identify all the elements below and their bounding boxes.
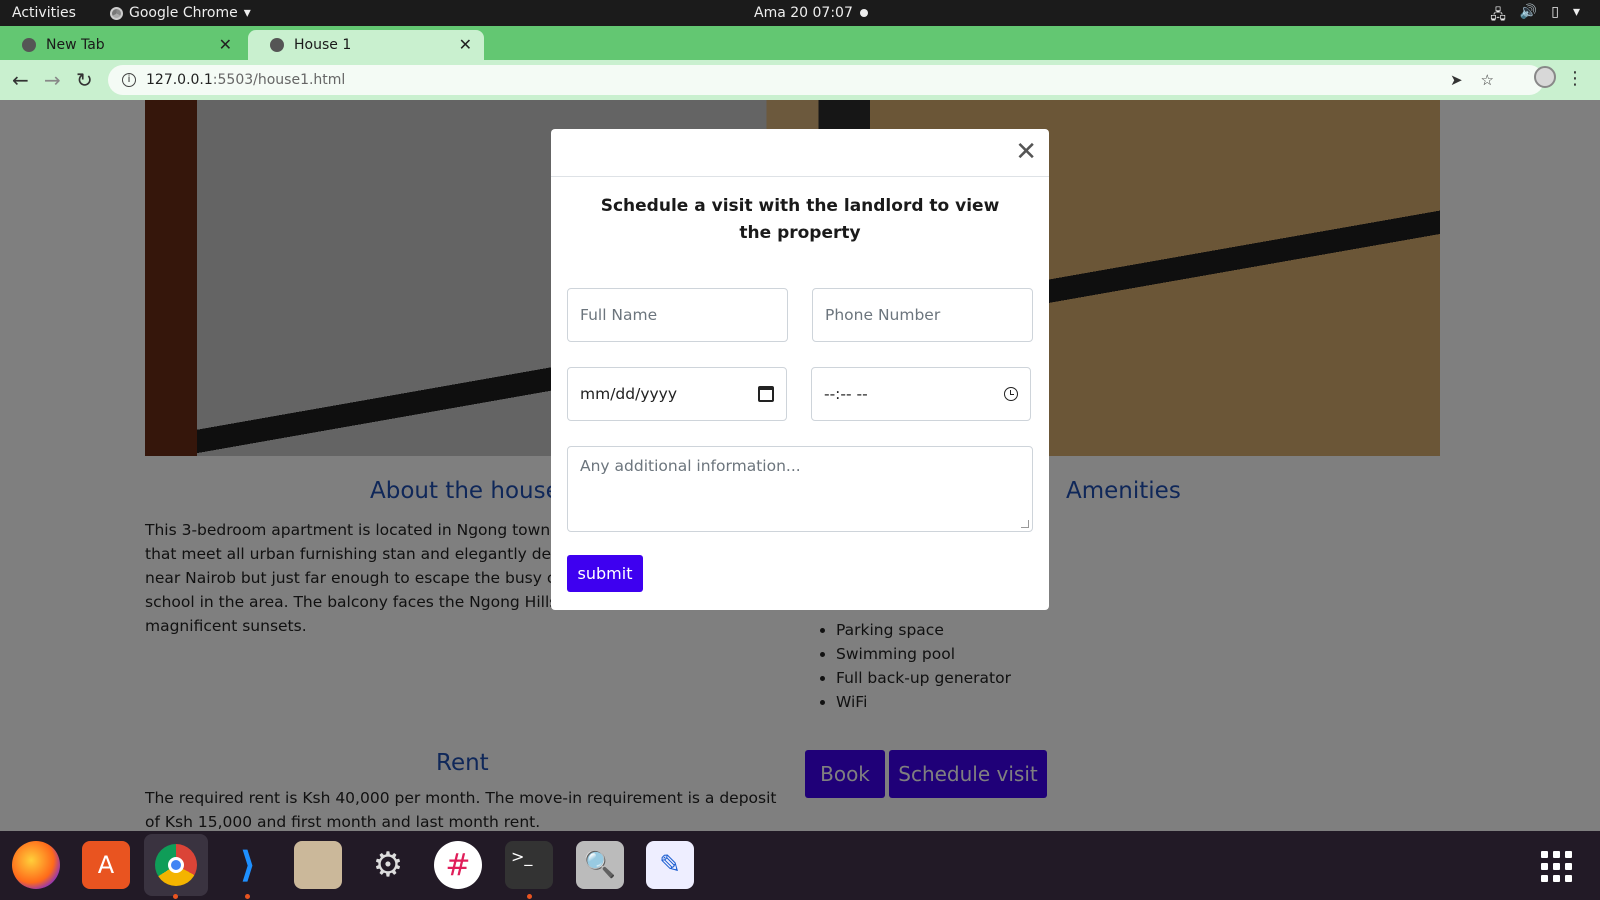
chrome-icon <box>110 6 123 20</box>
info-placeholder: Any additional information... <box>580 457 801 475</box>
tab-new-tab[interactable]: New Tab ✕ <box>0 30 244 60</box>
chrome-dock-icon[interactable] <box>144 834 208 896</box>
send-icon[interactable]: ➤ <box>1450 71 1463 89</box>
globe-icon <box>270 38 284 52</box>
submit-button[interactable]: submit <box>567 555 643 592</box>
terminal-icon[interactable]: >_ <box>505 841 553 889</box>
chrome-center-icon <box>168 857 184 873</box>
app-menu[interactable]: Google Chrome ▾ <box>110 5 251 21</box>
close-icon[interactable]: ✕ <box>219 35 232 54</box>
date-placeholder: mm/dd/yyyy <box>580 385 678 403</box>
system-top-bar: Activities Google Chrome ▾ Ama 20 07:07 … <box>0 0 1600 26</box>
dock: A ⟩ ⚙ # >_ 🔍 ✎ <box>0 831 1600 900</box>
reload-icon[interactable]: ↻ <box>76 68 93 92</box>
close-icon[interactable]: ✕ <box>1015 139 1037 165</box>
schedule-visit-modal: ✕ Schedule a visit with the landlord to … <box>551 129 1049 610</box>
browser-toolbar: ← → ↻ i 127.0.0.1:5503/house1.html ➤ ☆ <box>0 60 1600 100</box>
phone-number-input[interactable]: Phone Number <box>812 288 1033 342</box>
forward-icon[interactable]: → <box>44 68 61 92</box>
resize-handle-icon[interactable] <box>1021 520 1029 528</box>
show-apps-icon[interactable] <box>1541 851 1572 882</box>
modal-title: Schedule a visit with the landlord to vi… <box>600 196 1000 243</box>
full-name-input[interactable]: Full Name <box>567 288 788 342</box>
time-input[interactable]: --:-- -- <box>811 367 1031 421</box>
url-path: :5503/house1.html <box>212 72 346 88</box>
profile-avatar[interactable] <box>1534 66 1556 88</box>
chrome-icon <box>155 844 197 886</box>
clock[interactable]: Ama 20 07:07 <box>754 5 853 21</box>
tab-house-1[interactable]: House 1 ✕ <box>248 30 484 60</box>
tray-menu-icon[interactable]: ▾ <box>1573 4 1580 28</box>
settings-gear-icon[interactable]: ⚙ <box>364 841 412 889</box>
network-icon[interactable]: 🖧 <box>1490 4 1506 28</box>
text-editor-icon[interactable]: ✎ <box>646 841 694 889</box>
modal-header: ✕ <box>551 129 1049 177</box>
vscode-icon[interactable]: ⟩ <box>224 841 272 889</box>
bookmark-star-icon[interactable]: ☆ <box>1481 71 1494 89</box>
activities-button[interactable]: Activities <box>12 5 76 21</box>
address-bar[interactable]: i 127.0.0.1:5503/house1.html <box>108 65 1544 95</box>
running-indicator-icon <box>527 894 532 899</box>
url-host: 127.0.0.1 <box>146 72 213 88</box>
running-indicator-icon <box>245 894 250 899</box>
volume-icon[interactable]: 🔊 <box>1520 4 1537 28</box>
tab-label: House 1 <box>294 37 352 53</box>
caret-down-icon: ▾ <box>243 5 251 21</box>
app-name-label: Google Chrome <box>129 5 238 21</box>
image-viewer-icon[interactable]: 🔍 <box>576 841 624 889</box>
close-icon[interactable]: ✕ <box>459 35 472 54</box>
omnibox-actions: ➤ ☆ <box>1450 71 1494 89</box>
web-page: About the house This 3-bedroom apartment… <box>0 100 1600 831</box>
tab-strip: New Tab ✕ House 1 ✕ + ⌄ – ❐ ✕ <box>0 26 1600 81</box>
additional-info-textarea[interactable]: Any additional information... <box>567 446 1033 532</box>
slack-icon[interactable]: # <box>434 841 482 889</box>
system-tray[interactable]: 🖧 🔊 ▯ ▾ <box>1490 4 1580 28</box>
tab-label: New Tab <box>46 37 105 53</box>
clock-icon[interactable] <box>1004 387 1018 401</box>
time-placeholder: --:-- -- <box>824 385 868 403</box>
files-icon[interactable] <box>294 841 342 889</box>
site-info-icon[interactable]: i <box>122 73 136 87</box>
notification-dot-icon <box>860 9 868 17</box>
browser-menu-icon[interactable]: ⋮ <box>1566 68 1584 89</box>
calendar-icon[interactable] <box>758 386 774 402</box>
running-indicator-icon <box>173 894 178 899</box>
date-input[interactable]: mm/dd/yyyy <box>567 367 787 421</box>
software-store-icon[interactable]: A <box>82 841 130 889</box>
chrome-icon <box>22 38 36 52</box>
back-icon[interactable]: ← <box>12 68 29 92</box>
battery-icon[interactable]: ▯ <box>1551 4 1559 28</box>
firefox-icon[interactable] <box>12 841 60 889</box>
